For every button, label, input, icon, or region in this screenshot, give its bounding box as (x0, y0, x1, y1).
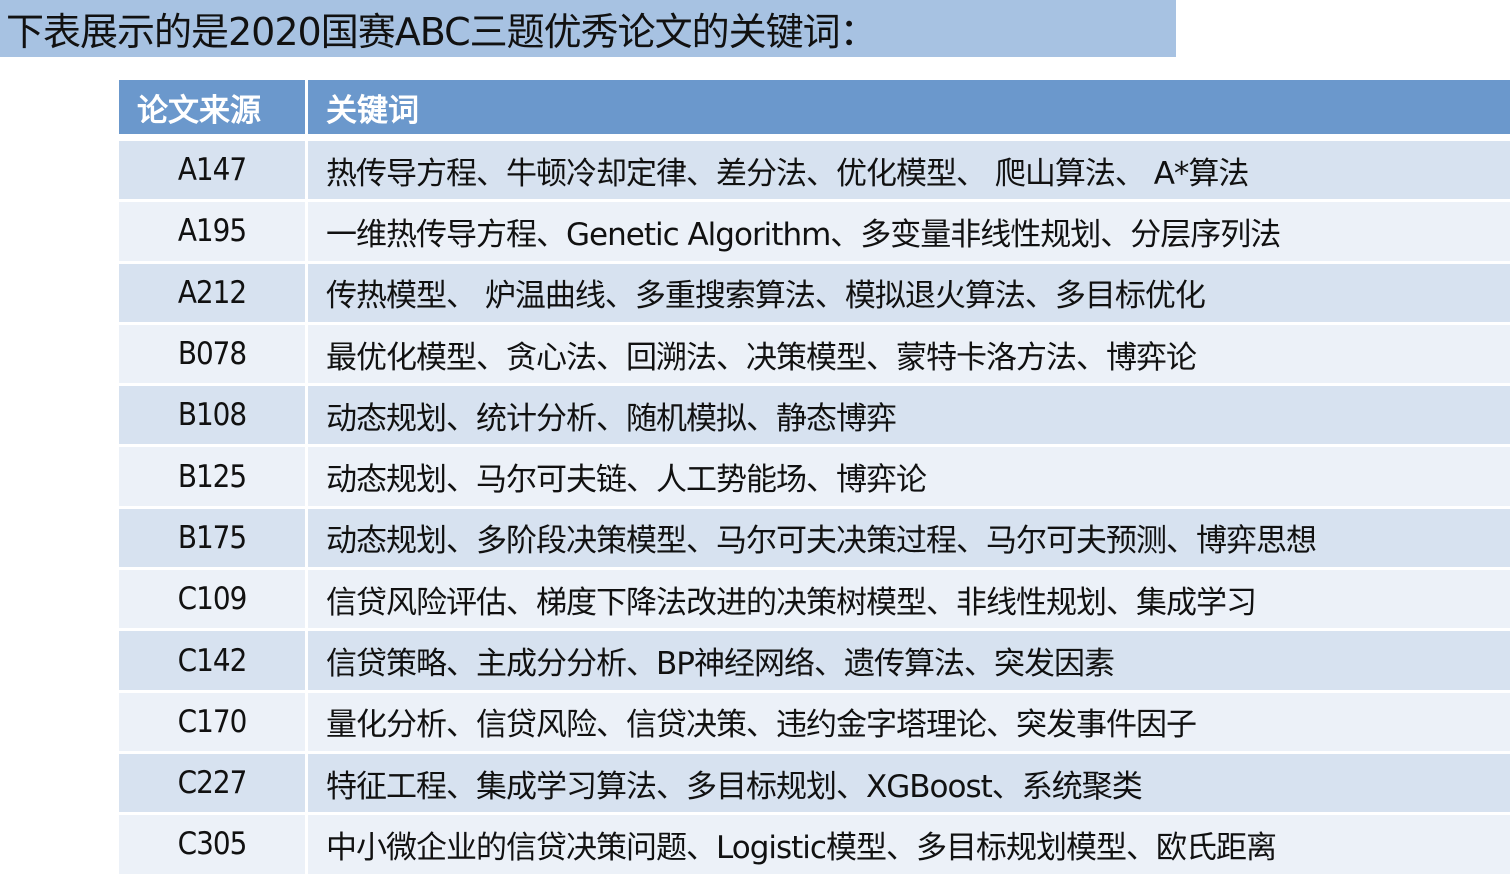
paper-keywords: 热传导方程、牛顿冷却定律、差分法、优化模型、 爬山算法、 A*算法 (305, 138, 1510, 200)
table-row: B175 动态规划、多阶段决策模型、马尔可夫决策过程、马尔可夫预测、博弈思想 (119, 505, 1510, 568)
paper-source: C109 (119, 567, 305, 629)
page-title: 下表展示的是2020国赛ABC三题优秀论文的关键词： (6, 10, 878, 54)
paper-source: B108 (119, 383, 305, 445)
paper-keywords: 动态规划、多阶段决策模型、马尔可夫决策过程、马尔可夫预测、博弈思想 (305, 505, 1510, 568)
paper-keywords: 特征工程、集成学习算法、多目标规划、XGBoost、系统聚类 (305, 750, 1510, 813)
paper-keywords: 动态规划、统计分析、随机模拟、静态博弈 (305, 383, 1510, 445)
paper-keywords: 最优化模型、贪心法、回溯法、决策模型、蒙特卡洛方法、博弈论 (305, 321, 1510, 384)
table-row: B078 最优化模型、贪心法、回溯法、决策模型、蒙特卡洛方法、博弈论 (119, 321, 1510, 384)
table-row: C142 信贷策略、主成分分析、BP神经网络、遗传算法、突发因素 (119, 628, 1510, 690)
paper-source: B125 (119, 444, 305, 506)
paper-source: C142 (119, 628, 305, 690)
paper-keywords: 中小微企业的信贷决策问题、Logistic模型、多目标规划模型、欧氏距离 (305, 812, 1510, 874)
paper-keywords: 信贷风险评估、梯度下降法改进的决策树模型、非线性规划、集成学习 (305, 567, 1510, 629)
paper-source: A212 (119, 260, 305, 322)
keywords-table: 论文来源 关键词 A147 热传导方程、牛顿冷却定律、差分法、优化模型、 爬山算… (119, 80, 1510, 874)
table-row: C227 特征工程、集成学习算法、多目标规划、XGBoost、系统聚类 (119, 750, 1510, 813)
paper-keywords: 量化分析、信贷风险、信贷决策、违约金字塔理论、突发事件因子 (305, 689, 1510, 751)
paper-keywords: 信贷策略、主成分分析、BP神经网络、遗传算法、突发因素 (305, 628, 1510, 690)
header-source: 论文来源 (119, 80, 305, 138)
paper-source: C305 (119, 812, 305, 874)
paper-source: A147 (119, 138, 305, 200)
title-banner: 下表展示的是2020国赛ABC三题优秀论文的关键词： (0, 0, 1176, 57)
table-header-row: 论文来源 关键词 (119, 80, 1510, 138)
table-row: A195 一维热传导方程、Genetic Algorithm、多变量非线性规划、… (119, 199, 1510, 261)
paper-source: B078 (119, 321, 305, 384)
paper-keywords: 一维热传导方程、Genetic Algorithm、多变量非线性规划、分层序列法 (305, 199, 1510, 261)
paper-source: C227 (119, 750, 305, 813)
table-row: B108 动态规划、统计分析、随机模拟、静态博弈 (119, 383, 1510, 445)
table-row: C109 信贷风险评估、梯度下降法改进的决策树模型、非线性规划、集成学习 (119, 567, 1510, 629)
table-row: A212 传热模型、 炉温曲线、多重搜索算法、模拟退火算法、多目标优化 (119, 260, 1510, 322)
paper-keywords: 传热模型、 炉温曲线、多重搜索算法、模拟退火算法、多目标优化 (305, 260, 1510, 322)
table-row: B125 动态规划、马尔可夫链、人工势能场、博弈论 (119, 444, 1510, 506)
paper-source: B175 (119, 505, 305, 568)
header-keywords: 关键词 (305, 80, 1510, 138)
paper-source: A195 (119, 199, 305, 261)
table-row: C170 量化分析、信贷风险、信贷决策、违约金字塔理论、突发事件因子 (119, 689, 1510, 751)
paper-source: C170 (119, 689, 305, 751)
table-row: A147 热传导方程、牛顿冷却定律、差分法、优化模型、 爬山算法、 A*算法 (119, 138, 1510, 200)
table-row: C305 中小微企业的信贷决策问题、Logistic模型、多目标规划模型、欧氏距… (119, 812, 1510, 874)
paper-keywords: 动态规划、马尔可夫链、人工势能场、博弈论 (305, 444, 1510, 506)
